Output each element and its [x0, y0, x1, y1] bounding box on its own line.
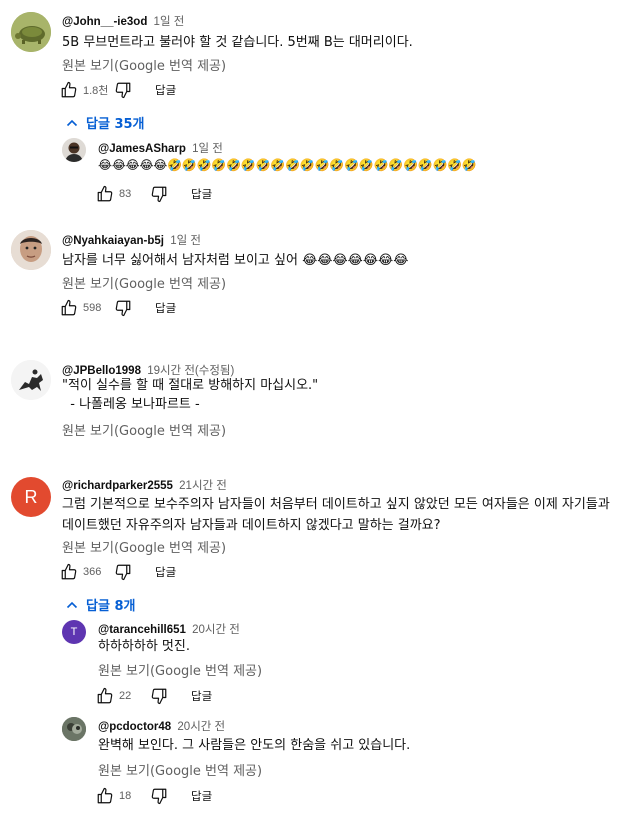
- action-bar: 366 답글: [59, 562, 176, 582]
- thumbs-down-icon: [151, 186, 167, 203]
- like-count: 366: [83, 566, 102, 578]
- avatar-letter: R: [24, 486, 38, 507]
- reply-button[interactable]: 답글: [191, 688, 212, 704]
- thumbs-up-icon: [97, 687, 113, 704]
- turtle-icon: [11, 12, 51, 52]
- author-name[interactable]: @pcdoctor48: [98, 721, 171, 733]
- translate-toggle[interactable]: 원본 보기(Google 번역 제공): [62, 273, 226, 292]
- timestamp[interactable]: 20시간 전: [192, 624, 240, 636]
- avatar[interactable]: [62, 717, 86, 741]
- action-bar: 598 답글: [59, 298, 176, 318]
- avatar[interactable]: R: [11, 477, 51, 517]
- author-name[interactable]: @Nyahkaiayan-b5j: [62, 235, 164, 247]
- timestamp[interactable]: 1일 전: [192, 143, 223, 155]
- reply-button[interactable]: 답글: [155, 82, 176, 98]
- like-button[interactable]: [95, 786, 115, 806]
- comment-text: 5B 무브먼트라고 불러야 할 것 같습니다. 5번째 B는 대머리이다.: [62, 35, 413, 50]
- thumbs-up-icon: [61, 299, 77, 316]
- thumbs-up-icon: [61, 563, 77, 580]
- replies-count-label: 답글 8개: [86, 599, 136, 614]
- thumbs-up-icon: [97, 185, 113, 202]
- comment-text: 완벽해 보인다. 그 사람들은 안도의 한숨을 쉬고 있습니다.: [98, 738, 411, 753]
- dislike-button[interactable]: [149, 184, 169, 204]
- photo-icon: [62, 717, 86, 741]
- horse-rider-icon: [11, 360, 51, 400]
- person-icon: [11, 230, 51, 270]
- like-button[interactable]: [95, 686, 115, 706]
- like-count: 18: [119, 790, 132, 802]
- action-bar: 22 답글: [95, 686, 212, 706]
- author-name[interactable]: @tarancehill651: [98, 624, 186, 636]
- chevron-up-icon: [66, 119, 78, 126]
- avatar[interactable]: [11, 230, 51, 270]
- like-button[interactable]: [59, 80, 79, 100]
- comment-header: @pcdoctor48 20시간 전: [98, 718, 225, 734]
- avatar-letter: T: [70, 626, 78, 638]
- thumbs-down-icon: [115, 564, 131, 581]
- thumbs-up-icon: [61, 81, 77, 98]
- avatar[interactable]: [11, 12, 51, 52]
- comment-header: @richardparker2555 21시간 전: [62, 477, 227, 493]
- thumbs-down-icon: [115, 82, 131, 99]
- action-bar: 83 답글: [95, 184, 212, 204]
- avatar[interactable]: T: [62, 620, 86, 644]
- replies-toggle[interactable]: 답글 35개: [66, 113, 145, 132]
- dislike-button[interactable]: [113, 298, 133, 318]
- avatar[interactable]: [62, 138, 86, 162]
- action-bar: 1.8천 답글: [59, 80, 176, 100]
- comment-text: 남자를 너무 싫어해서 남자처럼 보이고 싶어 😂😂😂😂😂😂😂: [62, 253, 409, 268]
- like-button[interactable]: [95, 184, 115, 204]
- timestamp[interactable]: 21시간 전: [179, 480, 227, 492]
- like-count: 1.8천: [83, 85, 109, 97]
- dislike-button[interactable]: [149, 686, 169, 706]
- comment-header: @Nyahkaiayan-b5j 1일 전: [62, 232, 201, 248]
- comment-header: @JamesASharp 1일 전: [98, 140, 223, 156]
- replies-toggle[interactable]: 답글 8개: [66, 595, 135, 614]
- timestamp[interactable]: 1일 전: [154, 16, 185, 28]
- translate-toggle[interactable]: 원본 보기(Google 번역 제공): [98, 660, 262, 679]
- translate-toggle[interactable]: 원본 보기(Google 번역 제공): [98, 760, 262, 779]
- like-button[interactable]: [59, 298, 79, 318]
- thumbs-down-icon: [151, 688, 167, 705]
- translate-toggle[interactable]: 원본 보기(Google 번역 제공): [62, 537, 226, 556]
- timestamp[interactable]: 20시간 전: [177, 721, 225, 733]
- like-button[interactable]: [59, 562, 79, 582]
- person-icon: [62, 138, 86, 162]
- action-bar: 18 답글: [95, 786, 212, 806]
- comment-text: 하하하하하 멋진.: [98, 639, 190, 654]
- comment-header: @John__-ie3od 1일 전: [62, 13, 184, 29]
- comment-text: 그럼 기본적으로 보수주의자 남자들이 처음부터 데이트하고 싶지 않았던 모든…: [62, 497, 614, 533]
- timestamp[interactable]: 1일 전: [170, 235, 201, 247]
- thumbs-down-icon: [115, 300, 131, 317]
- like-count: 83: [119, 188, 132, 200]
- reply-button[interactable]: 답글: [191, 788, 212, 804]
- translate-toggle[interactable]: 원본 보기(Google 번역 제공): [62, 420, 226, 439]
- thumbs-down-icon: [151, 788, 167, 805]
- author-name[interactable]: @John__-ie3od: [62, 16, 147, 28]
- translate-toggle[interactable]: 원본 보기(Google 번역 제공): [62, 55, 226, 74]
- reply-button[interactable]: 답글: [155, 300, 176, 316]
- reply-button[interactable]: 답글: [191, 186, 212, 202]
- dislike-button[interactable]: [113, 80, 133, 100]
- replies-count-label: 답글 35개: [86, 117, 145, 132]
- dislike-button[interactable]: [113, 562, 133, 582]
- comment-text: 😂😂😂😂😂🤣🤣🤣🤣🤣🤣🤣🤣🤣🤣🤣🤣🤣🤣🤣🤣🤣🤣🤣🤣🤣: [98, 158, 477, 172]
- like-count: 22: [119, 690, 132, 702]
- reply-button[interactable]: 답글: [155, 564, 176, 580]
- thumbs-up-icon: [97, 787, 113, 804]
- dislike-button[interactable]: [149, 786, 169, 806]
- comment-header: @tarancehill651 20시간 전: [98, 621, 240, 637]
- avatar[interactable]: [11, 360, 51, 400]
- comment-text: "적이 실수를 할 때 절대로 방해하지 마십시오." - 나폴레옹 보나파르트…: [62, 378, 319, 412]
- author-name[interactable]: @richardparker2555: [62, 480, 173, 492]
- chevron-up-icon: [66, 601, 78, 608]
- author-name[interactable]: @JamesASharp: [98, 143, 186, 155]
- like-count: 598: [83, 302, 102, 314]
